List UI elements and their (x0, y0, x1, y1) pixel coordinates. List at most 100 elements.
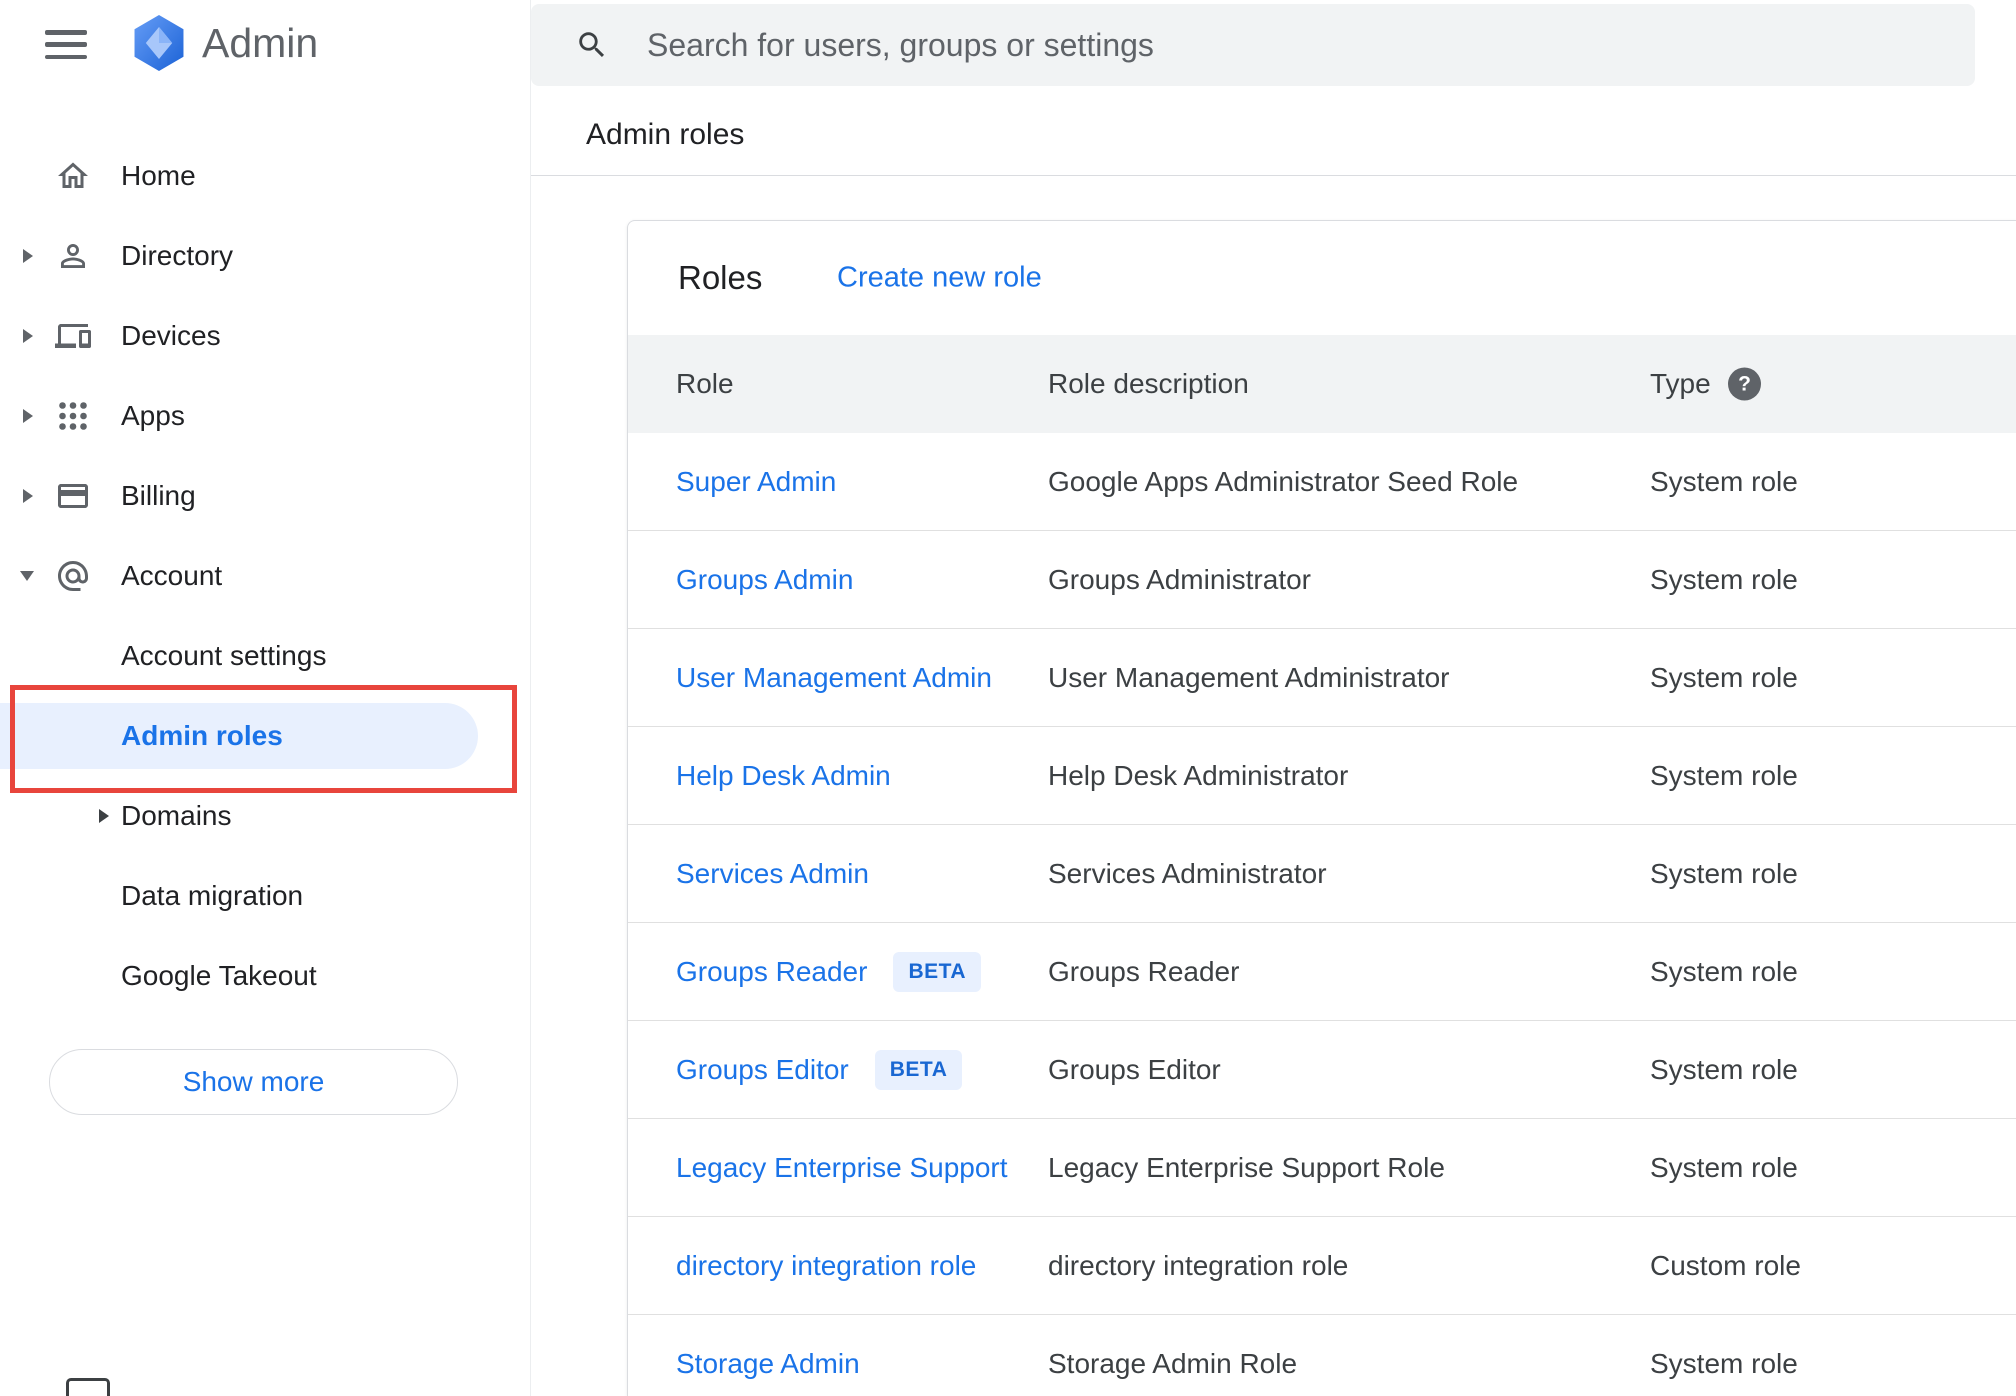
sidebar-item-domains[interactable]: Domains (0, 776, 530, 856)
beta-badge: BETA (874, 1049, 963, 1090)
chevron-right-icon (99, 809, 109, 823)
sidebar-item-account-settings[interactable]: Account settings (0, 616, 530, 696)
create-new-role-link[interactable]: Create new role (837, 262, 1042, 295)
table-row: Groups Editor BETA Groups Editor System r… (628, 1021, 2016, 1119)
apps-grid-icon (55, 398, 91, 434)
sidebar-item-account[interactable]: Account (0, 536, 530, 616)
sidebar-item-label: Billing (121, 480, 196, 511)
role-description: Groups Editor (1048, 1053, 1221, 1085)
roles-panel-header: Roles Create new role (628, 221, 2016, 335)
search-bar (531, 4, 1975, 86)
admin-logo-icon (126, 10, 192, 76)
sidebar-item-label: Google Takeout (121, 960, 317, 991)
role-link[interactable]: Super Admin (676, 466, 836, 498)
role-link[interactable]: Legacy Enterprise Support (676, 1152, 1008, 1184)
table-row: User Management Admin User Management Ad… (628, 629, 2016, 727)
role-type: System role (1650, 563, 1798, 595)
role-description: Groups Administrator (1048, 563, 1311, 595)
at-sign-icon (55, 558, 91, 594)
role-link[interactable]: Groups Reader (676, 956, 867, 988)
role-type: System role (1650, 955, 1798, 987)
role-description: Groups Reader (1048, 955, 1240, 987)
sidebar-item-label: Devices (121, 320, 221, 351)
role-link[interactable]: Groups Admin (676, 564, 853, 596)
chevron-right-icon (23, 489, 33, 503)
column-header-description: Role description (1048, 368, 1249, 399)
chevron-down-icon (20, 571, 34, 581)
role-link[interactable]: Services Admin (676, 858, 869, 890)
table-row: Storage Admin Storage Admin Role System … (628, 1315, 2016, 1396)
sidebar-nav: Home Directory Devices Apps Billing Acco… (0, 136, 530, 1016)
beta-badge: BETA (893, 951, 982, 992)
sidebar-item-label: Account (121, 560, 223, 591)
admin-console-screen: Admin Home Directory Devices Apps Billin… (0, 0, 2016, 1396)
chevron-right-icon (23, 409, 33, 423)
role-link[interactable]: Groups Editor (676, 1054, 849, 1086)
sidebar-item-label: Home (121, 160, 196, 191)
sidebar-item-home[interactable]: Home (0, 136, 530, 216)
hamburger-menu-button[interactable] (45, 30, 87, 59)
table-row: Services Admin Services Administrator Sy… (628, 825, 2016, 923)
role-link[interactable]: Storage Admin (676, 1348, 860, 1380)
role-type: System role (1650, 857, 1798, 889)
credit-card-icon (55, 478, 91, 514)
role-description: Services Administrator (1048, 857, 1327, 889)
app-title: Admin (202, 20, 319, 66)
page-title: Admin roles (586, 118, 745, 151)
role-link[interactable]: directory integration role (676, 1250, 976, 1282)
role-description: Google Apps Administrator Seed Role (1048, 465, 1519, 497)
show-more-button[interactable]: Show more (49, 1049, 458, 1115)
sidebar-item-apps[interactable]: Apps (0, 376, 530, 456)
help-icon[interactable] (1728, 367, 1761, 401)
sidebar-item-label: Apps (121, 400, 185, 431)
panel-title: Roles (678, 259, 763, 296)
sidebar-item-google-takeout[interactable]: Google Takeout (0, 936, 530, 1016)
column-header-role: Role (676, 368, 734, 399)
role-description: directory integration role (1048, 1249, 1349, 1281)
menu-icon (45, 30, 87, 35)
role-description: Help Desk Administrator (1048, 759, 1349, 791)
table-header-row: Role Role description Type (628, 335, 2016, 433)
column-header-type: Type (1650, 368, 1711, 399)
sidebar-item-data-migration[interactable]: Data migration (0, 856, 530, 936)
role-link[interactable]: Help Desk Admin (676, 760, 891, 792)
role-description: Storage Admin Role (1048, 1347, 1298, 1379)
sidebar-item-label: Account settings (121, 640, 327, 671)
sidebar-item-billing[interactable]: Billing (0, 456, 530, 536)
table-row: Help Desk Admin Help Desk Administrator … (628, 727, 2016, 825)
divider (531, 175, 2016, 176)
role-type: System role (1650, 661, 1798, 693)
sidebar-item-admin-roles[interactable]: Admin roles (0, 696, 530, 776)
search-icon (575, 28, 609, 62)
roles-panel: Roles Create new role Role Role descript… (627, 220, 2016, 1396)
sidebar-item-label: Directory (121, 240, 234, 271)
sidebar: Admin Home Directory Devices Apps Billin… (0, 0, 531, 1396)
role-description: Legacy Enterprise Support Role (1048, 1151, 1445, 1183)
sidebar-item-label: Domains (121, 800, 232, 831)
role-type: System role (1650, 1347, 1798, 1379)
role-type: System role (1650, 1151, 1798, 1183)
table-row: Groups Admin Groups Administrator System… (628, 531, 2016, 629)
role-type: System role (1650, 465, 1798, 497)
role-description: User Management Administrator (1048, 661, 1450, 693)
sidebar-item-directory[interactable]: Directory (0, 216, 530, 296)
role-type: System role (1650, 1053, 1798, 1085)
table-row: directory integration role directory int… (628, 1217, 2016, 1315)
sidebar-item-label: Data migration (121, 880, 304, 911)
table-row: Super Admin Google Apps Administrator Se… (628, 433, 2016, 531)
person-icon (55, 238, 91, 274)
home-icon (55, 158, 91, 194)
table-row: Legacy Enterprise Support Legacy Enterpr… (628, 1119, 2016, 1217)
sidebar-item-devices[interactable]: Devices (0, 296, 530, 376)
role-link[interactable]: User Management Admin (676, 662, 992, 694)
sidebar-header: Admin (0, 0, 530, 88)
partial-bottom-icon (66, 1378, 110, 1396)
table-row: Groups Reader BETA Groups Reader System r… (628, 923, 2016, 1021)
devices-icon (55, 318, 91, 354)
role-type: System role (1650, 759, 1798, 791)
role-type: Custom role (1650, 1249, 1801, 1281)
chevron-right-icon (23, 329, 33, 343)
chevron-right-icon (23, 249, 33, 263)
sidebar-item-label: Admin roles (121, 720, 283, 751)
search-input[interactable] (647, 4, 1927, 86)
